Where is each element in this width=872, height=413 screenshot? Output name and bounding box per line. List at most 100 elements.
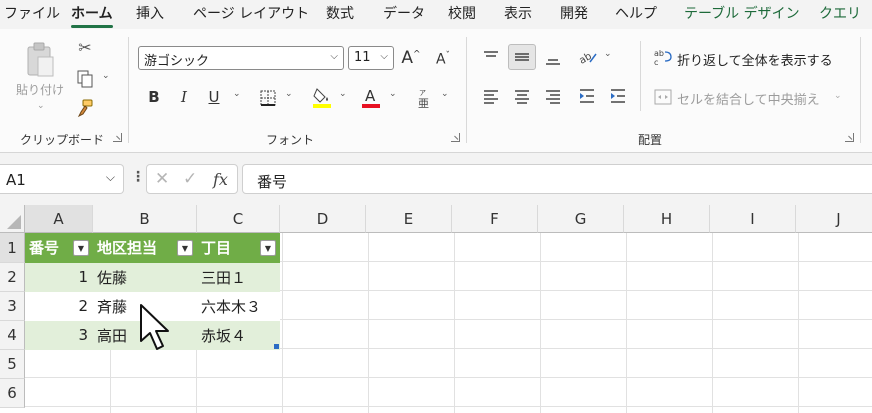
table-cell[interactable]: 1 xyxy=(25,263,93,292)
clipboard-launcher-icon[interactable] xyxy=(113,133,122,142)
decrease-indent-button[interactable] xyxy=(576,85,598,107)
table-header-cell[interactable]: 番号 ▼ xyxy=(25,233,93,263)
underline-button[interactable]: U xyxy=(204,86,224,108)
italic-button[interactable]: I xyxy=(174,86,194,108)
column-header-c[interactable]: C xyxy=(197,205,280,233)
row-header-2[interactable]: 2 xyxy=(0,263,25,292)
column-header-a[interactable]: A xyxy=(25,205,93,233)
paste-dropdown-icon[interactable]: ⌄ xyxy=(37,101,45,111)
underline-dropdown-icon[interactable]: ⌄ xyxy=(233,89,241,99)
merge-center-icon-button[interactable] xyxy=(652,86,674,108)
table-cell[interactable]: 3 xyxy=(25,321,93,350)
formula-input-value: 番号 xyxy=(257,173,288,191)
phonetic-icon: ア 亜 xyxy=(418,89,429,108)
tab-formulas[interactable]: 数式 xyxy=(326,3,354,23)
tab-table-design[interactable]: テーブル デザイン xyxy=(684,3,800,23)
row-header-6[interactable]: 6 xyxy=(0,379,25,408)
cancel-icon[interactable]: ✕ xyxy=(155,169,169,189)
tab-home[interactable]: ホーム xyxy=(71,3,113,28)
cut-button[interactable]: ✂ xyxy=(75,37,95,57)
format-painter-button[interactable] xyxy=(74,97,96,119)
align-bottom-button[interactable] xyxy=(542,48,564,70)
table-header-cell[interactable]: 丁目 ▼ xyxy=(197,233,280,263)
table-header-cell[interactable]: 地区担当 ▼ xyxy=(93,233,197,263)
insert-function-button[interactable]: fx xyxy=(213,170,228,189)
enter-icon[interactable]: ✓ xyxy=(183,169,197,189)
excel-window: ファイル ホーム 挿入 ページ レイアウト 数式 データ 校閲 表示 開発 ヘル… xyxy=(0,0,872,413)
table-resize-handle[interactable] xyxy=(274,344,279,349)
worksheet-grid[interactable]: A B C D E F G H I J 1 2 3 4 5 6 番号 ▼ 地区担… xyxy=(0,205,872,413)
fill-color-button[interactable] xyxy=(311,84,333,110)
orientation-button[interactable]: ab xyxy=(576,46,600,68)
column-header-i[interactable]: I xyxy=(710,205,796,233)
phonetic-dropdown-icon[interactable]: ⌄ xyxy=(441,89,449,99)
table-cell[interactable]: 三田１ xyxy=(197,263,280,292)
alignment-launcher-icon[interactable] xyxy=(845,133,854,142)
font-launcher-icon[interactable] xyxy=(451,133,460,142)
increase-font-icon: A^ xyxy=(401,48,421,68)
align-middle-button[interactable] xyxy=(508,44,536,70)
align-left-button[interactable] xyxy=(480,85,502,107)
row-header-4[interactable]: 4 xyxy=(0,321,25,350)
column-header-d[interactable]: D xyxy=(280,205,366,233)
column-header-h[interactable]: H xyxy=(624,205,710,233)
wrap-text-icon-button[interactable]: ab c xyxy=(652,46,674,68)
tab-view[interactable]: 表示 xyxy=(504,3,532,23)
tab-review[interactable]: 校閲 xyxy=(448,3,476,23)
increase-indent-button[interactable] xyxy=(607,85,629,107)
font-size-select[interactable]: 11 ⌵ xyxy=(348,46,394,70)
align-center-button[interactable] xyxy=(511,85,533,107)
decrease-font-size-button[interactable]: Aˇ xyxy=(432,48,454,70)
align-top-button[interactable] xyxy=(480,46,502,68)
borders-button[interactable] xyxy=(257,87,279,109)
formula-input[interactable]: 番号 xyxy=(242,164,872,194)
table-cell[interactable]: 2 xyxy=(25,292,93,321)
phonetic-guide-button[interactable]: ア 亜 xyxy=(414,86,434,110)
row-header-5[interactable]: 5 xyxy=(0,350,25,379)
bold-button[interactable]: B xyxy=(144,86,164,108)
paste-button[interactable] xyxy=(18,39,62,81)
column-header-g[interactable]: G xyxy=(538,205,624,233)
decrease-font-icon: Aˇ xyxy=(435,50,451,68)
tab-insert[interactable]: 挿入 xyxy=(136,3,164,23)
paste-icon xyxy=(27,42,54,77)
table-cell[interactable]: 赤坂４ xyxy=(197,321,280,350)
table-cell[interactable]: 六本木３ xyxy=(197,292,280,321)
svg-text:亜: 亜 xyxy=(418,97,429,108)
column-header-f[interactable]: F xyxy=(452,205,538,233)
borders-dropdown-icon[interactable]: ⌄ xyxy=(285,89,293,99)
row-header-1[interactable]: 1 xyxy=(0,233,25,263)
tab-page-layout[interactable]: ページ レイアウト xyxy=(193,3,309,23)
wrap-text-button[interactable]: 折り返して全体を表示する xyxy=(677,50,833,69)
row-header-3[interactable]: 3 xyxy=(0,292,25,321)
merge-center-button[interactable]: セルを結合して中央揃え xyxy=(677,89,820,108)
column-header-e[interactable]: E xyxy=(366,205,452,233)
filter-dropdown-icon[interactable]: ▼ xyxy=(260,240,276,256)
name-box[interactable]: A1 ⌵ xyxy=(0,164,124,194)
tab-file[interactable]: ファイル xyxy=(4,3,60,23)
header-label-chome: 丁目 xyxy=(201,239,232,257)
filter-dropdown-icon[interactable]: ▼ xyxy=(177,240,193,256)
increase-font-size-button[interactable]: A^ xyxy=(400,46,422,70)
merge-dropdown-icon[interactable]: ⌄ xyxy=(834,91,842,101)
select-all-triangle-icon xyxy=(7,215,21,229)
copy-button[interactable] xyxy=(73,69,97,89)
align-right-button[interactable] xyxy=(542,85,564,107)
copy-dropdown-icon[interactable]: ⌄ xyxy=(102,71,110,81)
tab-query[interactable]: クエリ xyxy=(819,3,861,23)
table-cell[interactable]: 佐藤 xyxy=(93,263,197,292)
tab-data[interactable]: データ xyxy=(383,3,425,23)
scissors-icon: ✂ xyxy=(78,37,92,57)
column-header-b[interactable]: B xyxy=(93,205,197,233)
fill-color-dropdown-icon[interactable]: ⌄ xyxy=(339,89,347,99)
column-header-j[interactable]: J xyxy=(796,205,872,233)
font-name-select[interactable]: 游ゴシック ⌵ xyxy=(138,46,344,70)
tab-help[interactable]: ヘルプ xyxy=(615,3,657,23)
select-all-button[interactable] xyxy=(0,205,25,233)
more-options-icon[interactable]: ⋮ xyxy=(131,169,145,185)
font-color-dropdown-icon[interactable]: ⌄ xyxy=(389,89,397,99)
font-color-button[interactable]: A xyxy=(360,84,382,110)
filter-dropdown-icon[interactable]: ▼ xyxy=(73,240,89,256)
tab-developer[interactable]: 開発 xyxy=(560,3,588,23)
orientation-dropdown-icon[interactable]: ⌄ xyxy=(604,49,612,59)
